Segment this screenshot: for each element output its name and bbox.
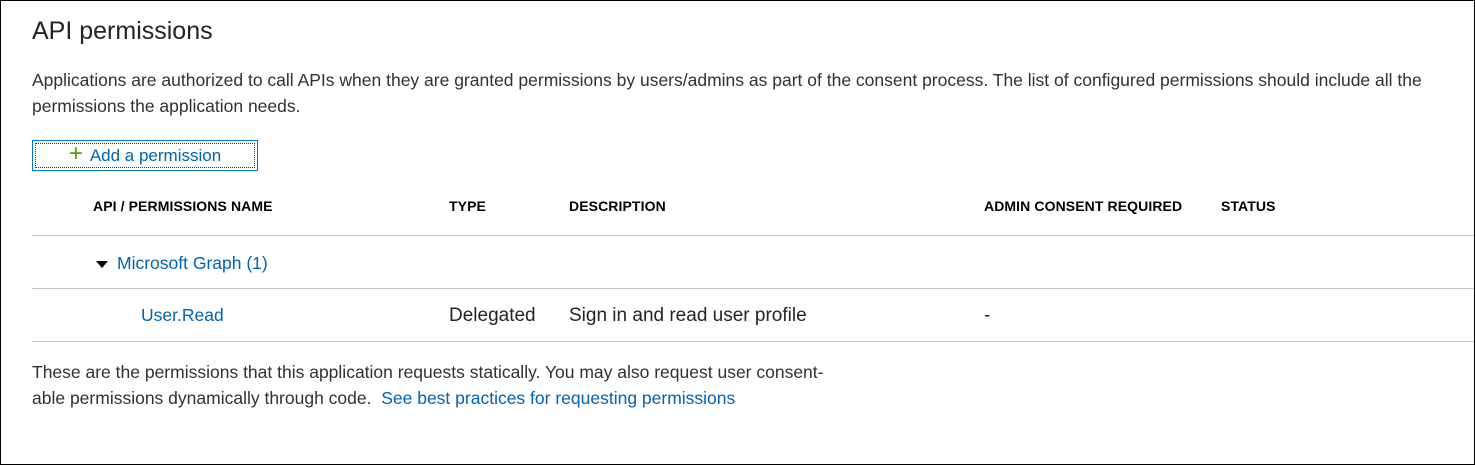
permission-type: Delegated xyxy=(449,305,536,326)
footer-text-line-2: able permissions dynamically through cod… xyxy=(32,385,932,411)
group-label[interactable]: Microsoft Graph (1) xyxy=(117,253,268,274)
intro-text: Applications are authorized to call APIs… xyxy=(32,70,1422,116)
footer-text-line-1: These are the permissions that this appl… xyxy=(32,362,824,382)
column-header-status: STATUS xyxy=(1221,198,1276,214)
group-row-microsoft-graph[interactable]: Microsoft Graph (1) xyxy=(96,253,268,274)
column-header-api-permissions-name: API / PERMISSIONS NAME xyxy=(93,198,273,214)
column-header-admin-consent-required: ADMIN CONSENT REQUIRED xyxy=(984,198,1183,214)
footer-note: These are the permissions that this appl… xyxy=(32,359,932,411)
caret-down-icon[interactable] xyxy=(96,260,108,268)
permission-description: Sign in and read user profile xyxy=(569,305,807,326)
row-divider xyxy=(32,341,1474,342)
column-header-type: TYPE xyxy=(449,198,486,214)
plus-icon: + xyxy=(68,139,83,167)
api-permissions-panel: API permissions Applications are authori… xyxy=(0,0,1475,465)
page-title: API permissions xyxy=(32,17,213,45)
header-divider xyxy=(32,235,1474,236)
footer-text-line-2-text: able permissions dynamically through cod… xyxy=(32,388,372,408)
add-permission-button[interactable]: + Add a permission xyxy=(32,140,258,171)
add-permission-label: Add a permission xyxy=(89,145,222,165)
column-header-description: DESCRIPTION xyxy=(569,198,666,214)
permission-name-link[interactable]: User.Read xyxy=(141,305,224,326)
best-practices-link[interactable]: See best practices for requesting permis… xyxy=(381,388,735,408)
group-divider xyxy=(32,288,1474,289)
admin-consent-value: - xyxy=(984,305,991,326)
